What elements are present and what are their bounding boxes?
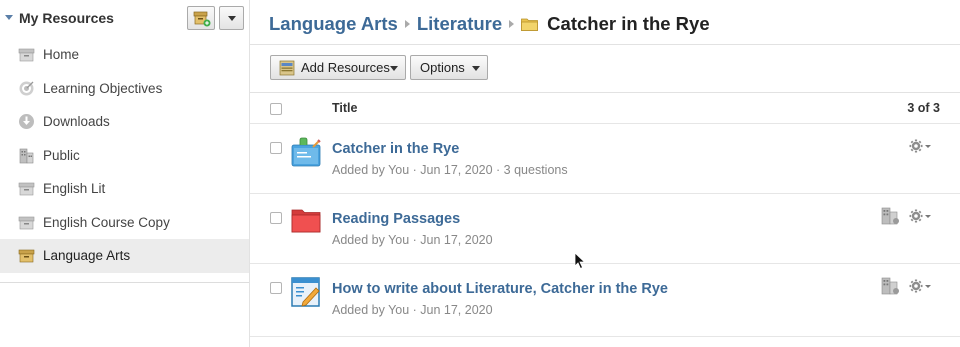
row-checkbox[interactable] (270, 212, 282, 224)
page-title: Catcher in the Rye (547, 13, 710, 34)
archive-box-icon (18, 48, 35, 62)
add-collection-icon (193, 11, 211, 27)
breadcrumb-link-language-arts[interactable]: Language Arts (269, 13, 398, 35)
sidebar-item-label: Public (43, 147, 80, 163)
sidebar-item-english-lit[interactable]: English Lit (0, 172, 249, 206)
resource-title-link[interactable]: How to write about Literature, Catcher i… (332, 281, 668, 297)
gear-menu-icon[interactable] (908, 137, 932, 155)
resource-title-link[interactable]: Catcher in the Rye (332, 141, 459, 157)
quiz-icon (291, 137, 321, 167)
folder-icon (521, 18, 539, 31)
collapse-caret-icon[interactable] (5, 15, 13, 20)
sidebar-item-label: Learning Objectives (43, 80, 163, 96)
breadcrumb-link-literature[interactable]: Literature (417, 13, 502, 35)
download-icon (19, 114, 34, 129)
resource-meta: Added by You · Jun 17, 2020 (332, 303, 493, 317)
sidebar-item-label: English Lit (43, 181, 106, 196)
options-label: Options (420, 60, 465, 75)
archive-box-icon (18, 216, 35, 229)
add-collection-button[interactable] (187, 6, 215, 30)
add-resources-label: Add Resources (301, 60, 390, 75)
sidebar-item-english-course-copy[interactable]: English Course Copy (0, 206, 249, 240)
resource-meta: Added by You · Jun 17, 2020 (332, 233, 493, 247)
breadcrumb-separator-icon (404, 20, 410, 28)
row-divider (250, 336, 960, 337)
sidebar-divider (0, 282, 249, 283)
main-panel: Language Arts Literature Catcher in the … (250, 0, 960, 347)
chevron-down-icon (228, 16, 236, 21)
row-divider (250, 263, 960, 264)
mouse-pointer-icon (574, 252, 586, 270)
sidebar-title[interactable]: My Resources (19, 10, 114, 26)
column-header-title[interactable]: Title (332, 101, 357, 115)
archive-box-icon (18, 182, 35, 196)
sidebar-menu-button[interactable] (219, 6, 244, 30)
resource-box-icon (279, 60, 295, 75)
archive-box-icon (18, 249, 35, 263)
sidebar-item-learning-objectives[interactable]: Learning Objectives (0, 72, 249, 106)
sidebar-list: Home Learning Objectives Downloads Publi… (0, 38, 249, 273)
sidebar-item-label: Downloads (43, 114, 110, 129)
chevron-down-icon (472, 66, 480, 71)
sidebar-item-public[interactable]: Public (0, 139, 249, 173)
shared-public-icon (881, 207, 899, 225)
folder-icon (291, 209, 321, 233)
row-divider (250, 193, 960, 194)
gear-menu-icon[interactable] (908, 277, 932, 295)
sidebar-item-label: Home (43, 47, 80, 62)
add-resources-button[interactable]: Add Resources (270, 55, 406, 80)
table-divider (250, 123, 960, 124)
header-divider (250, 44, 960, 45)
row-checkbox[interactable] (270, 142, 282, 154)
shared-public-icon (881, 277, 899, 295)
sidebar-header: My Resources (0, 0, 249, 38)
options-button[interactable]: Options (410, 55, 488, 80)
sidebar-item-label: Language Arts (43, 248, 131, 263)
breadcrumb-separator-icon (509, 20, 515, 28)
document-edit-icon (291, 277, 320, 307)
sidebar-item-language-arts[interactable]: Language Arts (0, 239, 249, 273)
sidebar-item-downloads[interactable]: Downloads (0, 105, 249, 139)
gear-menu-icon[interactable] (908, 207, 932, 225)
row-checkbox[interactable] (270, 282, 282, 294)
breadcrumb: Language Arts Literature Catcher in the … (269, 11, 710, 37)
select-all-checkbox[interactable] (270, 103, 282, 115)
sidebar: My Resources Home Learning Objectives Do… (0, 0, 250, 347)
toolbar-divider (250, 92, 960, 93)
buildings-icon (19, 148, 34, 163)
resource-title-link[interactable]: Reading Passages (332, 211, 460, 227)
chevron-down-icon (390, 66, 398, 71)
resource-meta: Added by You · Jun 17, 2020 · 3 question… (332, 163, 568, 177)
results-count: 3 of 3 (907, 101, 940, 115)
target-icon (19, 81, 34, 95)
sidebar-item-label: English Course Copy (43, 214, 170, 230)
sidebar-item-home[interactable]: Home (0, 38, 249, 72)
